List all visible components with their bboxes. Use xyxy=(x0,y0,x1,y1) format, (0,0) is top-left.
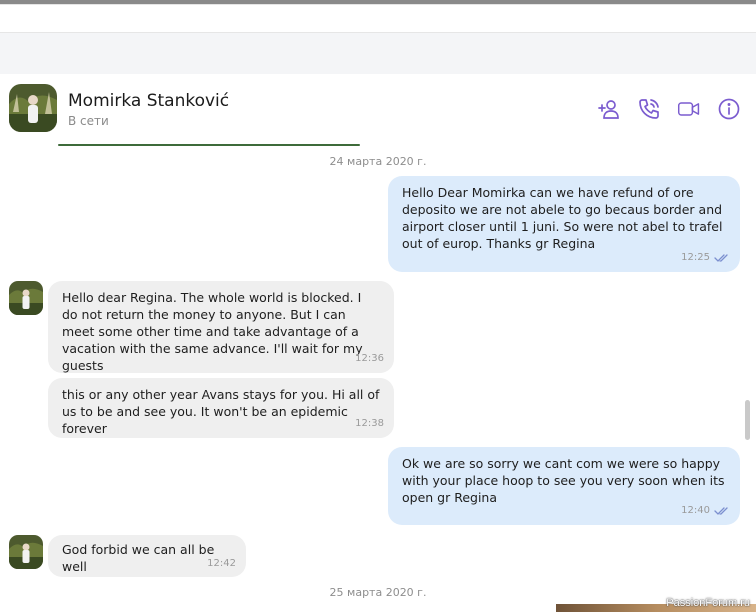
message-meta: 12:40 xyxy=(681,502,730,519)
read-ticks-icon xyxy=(714,506,730,516)
read-ticks-icon xyxy=(714,253,730,263)
message-meta: 12:42 xyxy=(207,555,236,572)
window-top-line xyxy=(0,4,756,5)
add-contact-icon[interactable] xyxy=(596,96,622,122)
message-bubble-incoming[interactable]: Hello dear Regina. The whole world is bl… xyxy=(48,281,394,373)
toolbar-band xyxy=(0,32,756,75)
message-time: 12:25 xyxy=(681,252,710,263)
date-separator: 25 марта 2020 г. xyxy=(329,586,427,599)
message-meta: 12:25 xyxy=(681,249,730,266)
message-bubble-incoming[interactable]: God forbid we can all be well 12:42 xyxy=(48,535,246,577)
message-time: 12:36 xyxy=(355,353,384,364)
message-text: this or any other year Avans stays for y… xyxy=(62,387,380,436)
message-bubble-incoming[interactable]: this or any other year Avans stays for y… xyxy=(48,378,394,438)
message-time: 12:38 xyxy=(355,418,384,429)
contact-avatar[interactable] xyxy=(9,84,57,132)
info-icon[interactable] xyxy=(716,96,742,122)
message-meta: 12:38 xyxy=(355,415,384,432)
previous-message-edge xyxy=(58,144,360,146)
video-call-icon[interactable] xyxy=(676,96,702,122)
message-text: Hello Dear Momirka can we have refund of… xyxy=(402,185,723,251)
contact-avatar-small[interactable] xyxy=(9,281,43,315)
message-bubble-outgoing[interactable]: Hello Dear Momirka can we have refund of… xyxy=(388,176,740,272)
contact-avatar-small[interactable] xyxy=(9,535,43,569)
message-time: 12:42 xyxy=(207,558,236,569)
voice-call-icon[interactable] xyxy=(636,96,662,122)
message-text: Hello dear Regina. The whole world is bl… xyxy=(62,290,363,373)
message-time: 12:40 xyxy=(681,505,710,516)
date-separator: 24 марта 2020 г. xyxy=(329,155,427,168)
contact-status: В сети xyxy=(68,114,109,128)
contact-name[interactable]: Momirka Stanković xyxy=(68,91,229,111)
watermark: PassionForum.ru xyxy=(666,597,750,609)
chat-header: Momirka Stanković В сети xyxy=(0,74,756,146)
message-meta: 12:36 xyxy=(355,350,384,367)
message-bubble-outgoing[interactable]: Ok we are so sorry we cant com we were s… xyxy=(388,447,740,525)
chat-scrollbar[interactable] xyxy=(745,400,750,440)
header-actions xyxy=(596,96,742,122)
message-text: Ok we are so sorry we cant com we were s… xyxy=(402,456,725,505)
